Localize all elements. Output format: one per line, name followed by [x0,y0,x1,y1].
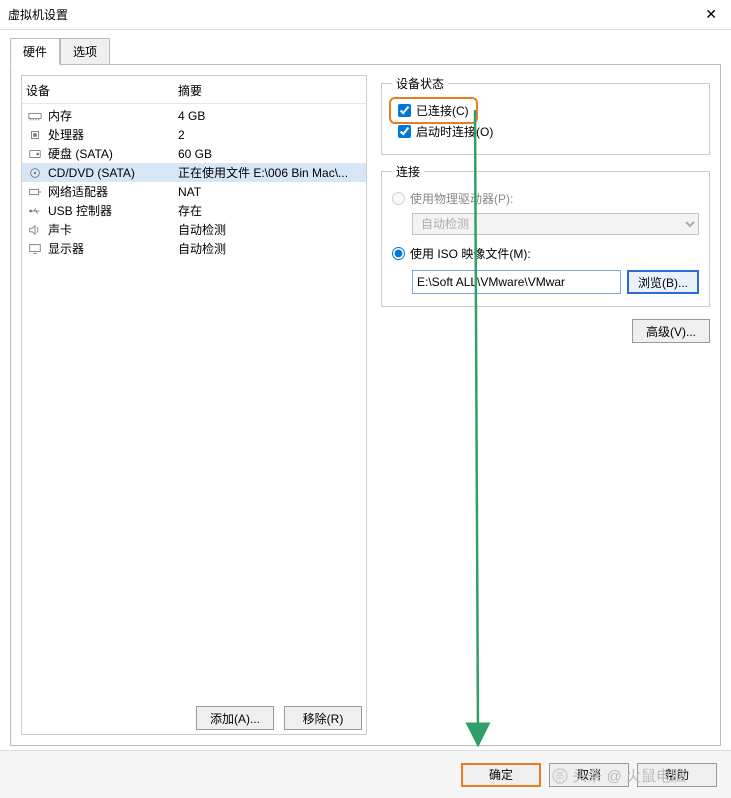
sound-icon [26,223,44,237]
connect-at-power-on-label: 启动时连接(O) [416,123,493,140]
device-row[interactable]: 内存4 GB [22,106,366,125]
connection-group: 连接 使用物理驱动器(P): 自动检测 使用 ISO 映像文件(M): 浏览(B… [381,163,710,307]
use-iso-radio[interactable] [392,247,405,260]
advanced-button[interactable]: 高级(V)... [632,319,710,343]
device-row[interactable]: 处理器2 [22,125,366,144]
device-table-header: 设备 摘要 [22,76,366,104]
use-physical-radio[interactable] [392,192,405,205]
device-row[interactable]: CD/DVD (SATA)正在使用文件 E:\006 Bin Mac\... [22,163,366,182]
device-status-legend: 设备状态 [392,75,448,92]
memory-icon [26,109,44,123]
cd-icon [26,166,44,180]
iso-path-input[interactable] [412,270,621,294]
cancel-button[interactable]: 取消 [549,763,629,787]
device-row[interactable]: 显示器自动检测 [22,239,366,258]
device-name: 声卡 [48,221,178,238]
network-icon [26,185,44,199]
tab-options[interactable]: 选项 [60,38,110,65]
browse-button[interactable]: 浏览(B)... [627,270,699,294]
tab-hardware[interactable]: 硬件 [10,38,60,65]
device-row[interactable]: USB 控制器存在 [22,201,366,220]
connection-legend: 连接 [392,163,424,180]
connected-label: 已连接(C) [416,102,469,119]
device-name: 显示器 [48,240,178,257]
device-summary: 正在使用文件 E:\006 Bin Mac\... [178,164,362,181]
cpu-icon [26,128,44,142]
device-row[interactable]: 硬盘 (SATA)60 GB [22,144,366,163]
device-summary: 自动检测 [178,221,362,238]
connect-at-power-on-checkbox[interactable] [398,125,411,138]
device-summary: 60 GB [178,147,362,161]
disk-icon [26,147,44,161]
device-name: USB 控制器 [48,202,178,219]
device-status-group: 设备状态 已连接(C) 启动时连接(O) [381,75,710,155]
use-physical-label: 使用物理驱动器(P): [410,190,513,207]
device-summary: NAT [178,185,362,199]
device-summary: 存在 [178,202,362,219]
use-iso-label: 使用 ISO 映像文件(M): [410,245,531,262]
device-summary: 2 [178,128,362,142]
physical-drive-combo[interactable]: 自动检测 [412,213,699,235]
ok-button[interactable]: 确定 [461,763,541,787]
device-summary: 4 GB [178,109,362,123]
device-name: CD/DVD (SATA) [48,166,178,180]
help-button[interactable]: 帮助 [637,763,717,787]
device-name: 网络适配器 [48,183,178,200]
device-summary: 自动检测 [178,240,362,257]
add-button[interactable]: 添加(A)... [196,706,274,730]
display-icon [26,242,44,256]
device-row[interactable]: 声卡自动检测 [22,220,366,239]
column-device: 设备 [26,82,178,99]
connected-checkbox[interactable] [398,104,411,117]
close-icon[interactable]: ✕ [699,6,723,23]
device-row[interactable]: 网络适配器NAT [22,182,366,201]
usb-icon [26,204,44,218]
device-name: 硬盘 (SATA) [48,145,178,162]
column-summary: 摘要 [178,82,202,99]
device-name: 内存 [48,107,178,124]
window-title: 虚拟机设置 [8,6,699,23]
device-name: 处理器 [48,126,178,143]
remove-button[interactable]: 移除(R) [284,706,362,730]
